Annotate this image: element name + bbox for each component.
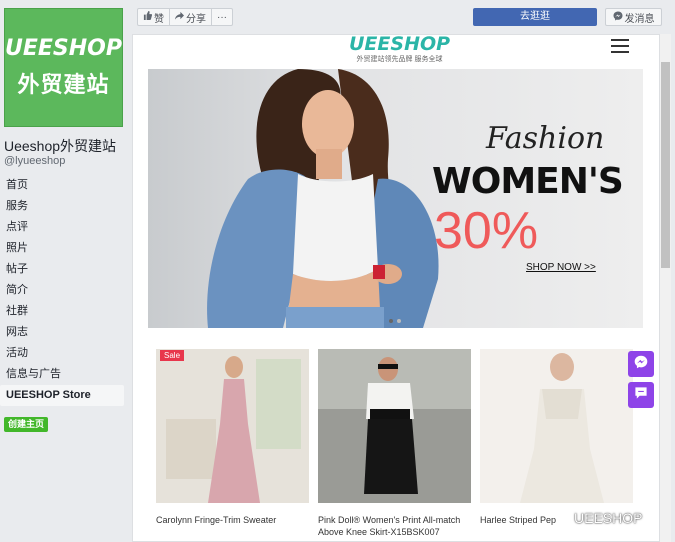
banner-headline: WOMEN'S <box>432 161 624 202</box>
page-action-bar: 赞 分享 ··· 去逛逛 发消息 <box>130 0 675 34</box>
like-button[interactable]: 赞 <box>138 9 170 25</box>
page-handle: @lyueeshop <box>4 155 66 167</box>
chat-bubble-icon <box>634 386 648 405</box>
page-logo[interactable]: UEESHOP 外贸建站 <box>4 8 123 127</box>
action-button-group: 赞 分享 ··· <box>137 8 233 26</box>
content-scrollbar[interactable] <box>660 34 671 542</box>
carousel-dot[interactable] <box>389 319 393 323</box>
wechat-icon <box>556 510 572 526</box>
carousel-dots[interactable] <box>389 319 401 323</box>
message-label: 发消息 <box>624 13 655 25</box>
product-image[interactable]: Sale <box>156 349 309 503</box>
sidebar-item-info-ads[interactable]: 信息与广告 <box>0 364 124 385</box>
sidebar-item-services[interactable]: 服务 <box>0 196 124 217</box>
send-message-button[interactable]: 发消息 <box>605 8 662 26</box>
like-label: 赞 <box>154 13 164 25</box>
page-sidebar: UEESHOP 外贸建站 Ueeshop外贸建站 @lyueeshop 首页 服… <box>0 0 130 542</box>
product-card[interactable]: Harlee Striped Pep <box>480 349 633 526</box>
store-brand[interactable]: UEESHOP 外贸建站领先品牌 服务全球 <box>349 34 451 64</box>
menu-icon[interactable] <box>611 39 629 53</box>
sidebar-item-community[interactable]: 社群 <box>0 301 124 322</box>
banner-discount: 30% <box>434 202 539 260</box>
sidebar-item-home[interactable]: 首页 <box>0 175 124 196</box>
sidebar-nav: 首页 服务 点评 照片 帖子 简介 社群 网志 活动 信息与广告 UEESHOP… <box>0 175 124 406</box>
messenger-chat-button[interactable] <box>628 351 654 377</box>
model-photo <box>207 69 439 328</box>
logo-text-subtitle: 外贸建站 <box>17 73 110 98</box>
product-name[interactable]: Pink Doll® Women's Print All-match Above… <box>318 514 471 538</box>
store-content-panel: UEESHOP 外贸建站领先品牌 服务全球 Fashion WOMEN'S 30… <box>132 34 660 542</box>
create-page-button[interactable]: 创建主页 <box>4 417 49 432</box>
product-image[interactable] <box>318 349 471 503</box>
thumbs-up-icon <box>143 11 153 23</box>
messenger-icon <box>613 11 623 24</box>
logo-text-brand: UEESHOP <box>5 36 123 61</box>
shop-now-link[interactable]: SHOP NOW >> <box>526 262 596 273</box>
sale-badge: Sale <box>160 350 185 361</box>
more-options-button[interactable]: ··· <box>212 9 232 25</box>
carousel-dot[interactable] <box>397 319 401 323</box>
sidebar-item-about[interactable]: 简介 <box>0 280 124 301</box>
watermark-text: UEESHOP <box>574 510 643 526</box>
messenger-icon <box>634 355 648 374</box>
chat-button[interactable] <box>628 382 654 408</box>
more-icon: ··· <box>217 11 227 23</box>
sidebar-item-store[interactable]: UEESHOP Store <box>0 385 124 406</box>
banner-script-text: Fashion <box>486 121 605 156</box>
sidebar-item-reviews[interactable]: 点评 <box>0 217 124 238</box>
store-tagline: 外贸建站领先品牌 服务全球 <box>356 56 443 63</box>
hero-banner[interactable]: Fashion WOMEN'S 30% SHOP NOW >> <box>148 69 643 328</box>
visit-store-button[interactable]: 去逛逛 <box>473 8 597 26</box>
sidebar-item-photos[interactable]: 照片 <box>0 238 124 259</box>
share-label: 分享 <box>186 13 206 25</box>
share-icon <box>175 11 184 23</box>
sidebar-item-posts[interactable]: 帖子 <box>0 259 124 280</box>
sidebar-item-events[interactable]: 活动 <box>0 343 124 364</box>
store-brand-logo: UEESHOP <box>349 34 451 55</box>
product-card[interactable]: Pink Doll® Women's Print All-match Above… <box>318 349 471 538</box>
product-name[interactable]: Carolynn Fringe-Trim Sweater <box>156 514 309 526</box>
sidebar-item-notes[interactable]: 网志 <box>0 322 124 343</box>
share-button[interactable]: 分享 <box>170 9 212 25</box>
product-card[interactable]: Sale Carolynn Fringe-Trim Sweater <box>156 349 309 526</box>
scrollbar-thumb[interactable] <box>661 62 670 268</box>
product-image[interactable] <box>480 349 633 503</box>
watermark: UEESHOP <box>556 510 643 526</box>
page-title[interactable]: Ueeshop外贸建站 <box>4 136 116 156</box>
